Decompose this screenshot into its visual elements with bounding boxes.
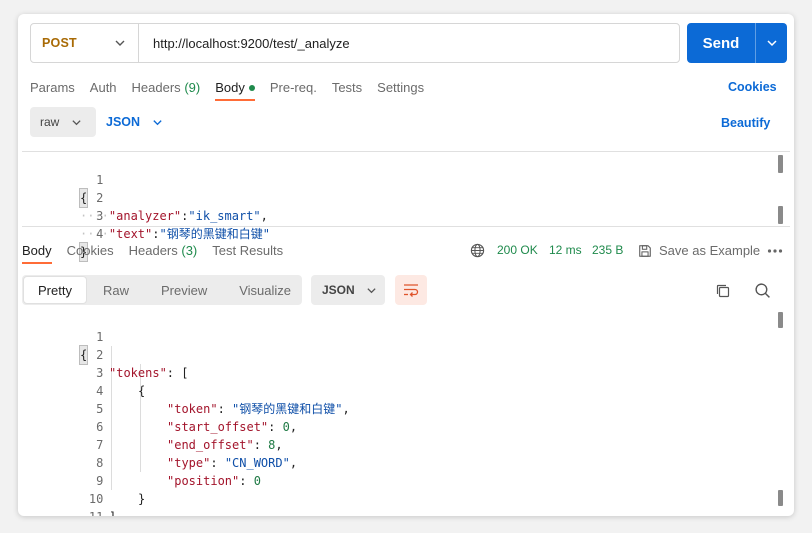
save-icon bbox=[639, 244, 651, 257]
wrap-lines-icon bbox=[404, 284, 419, 297]
code-line: 3 { bbox=[96, 366, 146, 398]
postman-request-panel: POST http://localhost:9200/test/_analyze… bbox=[18, 14, 794, 516]
code-line: 4 } bbox=[78, 227, 104, 262]
chevron-down-icon bbox=[766, 40, 777, 47]
response-headers-count: (3) bbox=[181, 243, 198, 258]
send-label: Send bbox=[702, 34, 740, 52]
code-line: 5 "start_offset": 0, bbox=[96, 402, 298, 434]
code-line: 8 "position": 0 bbox=[96, 456, 261, 488]
view-raw[interactable]: Raw bbox=[87, 275, 145, 305]
view-pretty[interactable]: Pretty bbox=[23, 276, 87, 304]
status-code[interactable]: 200 OK bbox=[497, 243, 538, 257]
body-indicator-dot bbox=[248, 84, 255, 91]
tab-auth[interactable]: Auth bbox=[90, 80, 117, 101]
tab-response-body[interactable]: Body bbox=[22, 243, 52, 264]
chevron-down-icon bbox=[153, 119, 162, 125]
scrollbar-thumb[interactable] bbox=[778, 490, 783, 506]
request-tabs: Params Auth Headers (9) Body Pre-req. Te… bbox=[30, 80, 439, 101]
method-label: POST bbox=[42, 36, 77, 50]
save-as-example-button[interactable]: Save as Example bbox=[638, 243, 760, 258]
tab-tests[interactable]: Tests bbox=[332, 80, 362, 101]
code-line: 11 } bbox=[22, 490, 103, 516]
tab-response-cookies[interactable]: Cookies bbox=[67, 243, 114, 264]
tab-body[interactable]: Body bbox=[215, 80, 255, 101]
search-icon[interactable] bbox=[754, 282, 771, 299]
response-view-toggle: Pretty Raw Preview Visualize bbox=[22, 275, 302, 305]
code-line: 3 ····"text":"钢琴的黑键和白键" bbox=[80, 209, 270, 241]
beautify-button[interactable]: Beautify bbox=[721, 116, 770, 130]
chevron-down-icon bbox=[115, 40, 125, 46]
code-line: 6 "end_offset": 8, bbox=[96, 420, 283, 452]
body-mode-select[interactable]: raw bbox=[30, 107, 96, 137]
code-line: 4 "token": "钢琴的黑键和白键", bbox=[96, 384, 350, 416]
tab-pre-request[interactable]: Pre-req. bbox=[270, 80, 317, 101]
response-size[interactable]: 235 B bbox=[592, 243, 623, 257]
globe-icon[interactable] bbox=[470, 243, 485, 258]
response-body-viewer[interactable]: 1 { 2 "tokens": [ 3 { 4 "token": "钢琴的黑键和… bbox=[22, 310, 790, 516]
send-options-button[interactable] bbox=[756, 37, 787, 49]
copy-icon[interactable] bbox=[715, 283, 731, 299]
scrollbar-thumb[interactable] bbox=[778, 312, 783, 328]
view-visualize[interactable]: Visualize bbox=[223, 275, 307, 305]
tab-response-headers[interactable]: Headers (3) bbox=[129, 243, 198, 264]
headers-count: (9) bbox=[184, 80, 201, 95]
url-bar: POST http://localhost:9200/test/_analyze bbox=[30, 23, 680, 63]
cookies-link[interactable]: Cookies bbox=[728, 80, 777, 94]
request-body-editor[interactable]: 1 { 2 ····"analyzer":"ik_smart", 3 ····"… bbox=[22, 151, 790, 262]
url-input[interactable]: http://localhost:9200/test/_analyze bbox=[139, 36, 350, 51]
code-line: 2 "tokens": [ bbox=[96, 348, 189, 380]
code-line: 7 "type": "CN_WORD", bbox=[96, 438, 298, 470]
tab-test-results[interactable]: Test Results bbox=[212, 243, 283, 264]
response-time[interactable]: 12 ms bbox=[549, 243, 582, 257]
code-line: 1 { bbox=[78, 173, 104, 208]
chevron-down-icon bbox=[72, 119, 81, 125]
tab-headers[interactable]: Headers (9) bbox=[132, 80, 201, 101]
response-tabs: Body Cookies Headers (3) Test Results bbox=[22, 243, 298, 264]
chevron-down-icon bbox=[367, 287, 376, 293]
response-format-select[interactable]: JSON bbox=[311, 275, 385, 305]
scrollbar-thumb[interactable] bbox=[778, 155, 783, 173]
view-preview[interactable]: Preview bbox=[145, 275, 223, 305]
code-line: 1 { bbox=[78, 330, 104, 365]
method-select[interactable]: POST bbox=[31, 24, 139, 62]
send-button[interactable]: Send bbox=[687, 23, 787, 63]
tab-settings[interactable]: Settings bbox=[377, 80, 424, 101]
wrap-lines-button[interactable] bbox=[395, 275, 427, 305]
more-icon[interactable] bbox=[767, 248, 783, 254]
code-line: 9 } bbox=[96, 474, 146, 506]
body-format-select[interactable]: JSON bbox=[106, 115, 163, 129]
code-line: 2 ····"analyzer":"ik_smart", bbox=[80, 191, 268, 223]
tab-params[interactable]: Params bbox=[30, 80, 75, 101]
scrollbar-thumb[interactable] bbox=[778, 206, 783, 224]
code-line: 10 ] bbox=[88, 492, 116, 516]
